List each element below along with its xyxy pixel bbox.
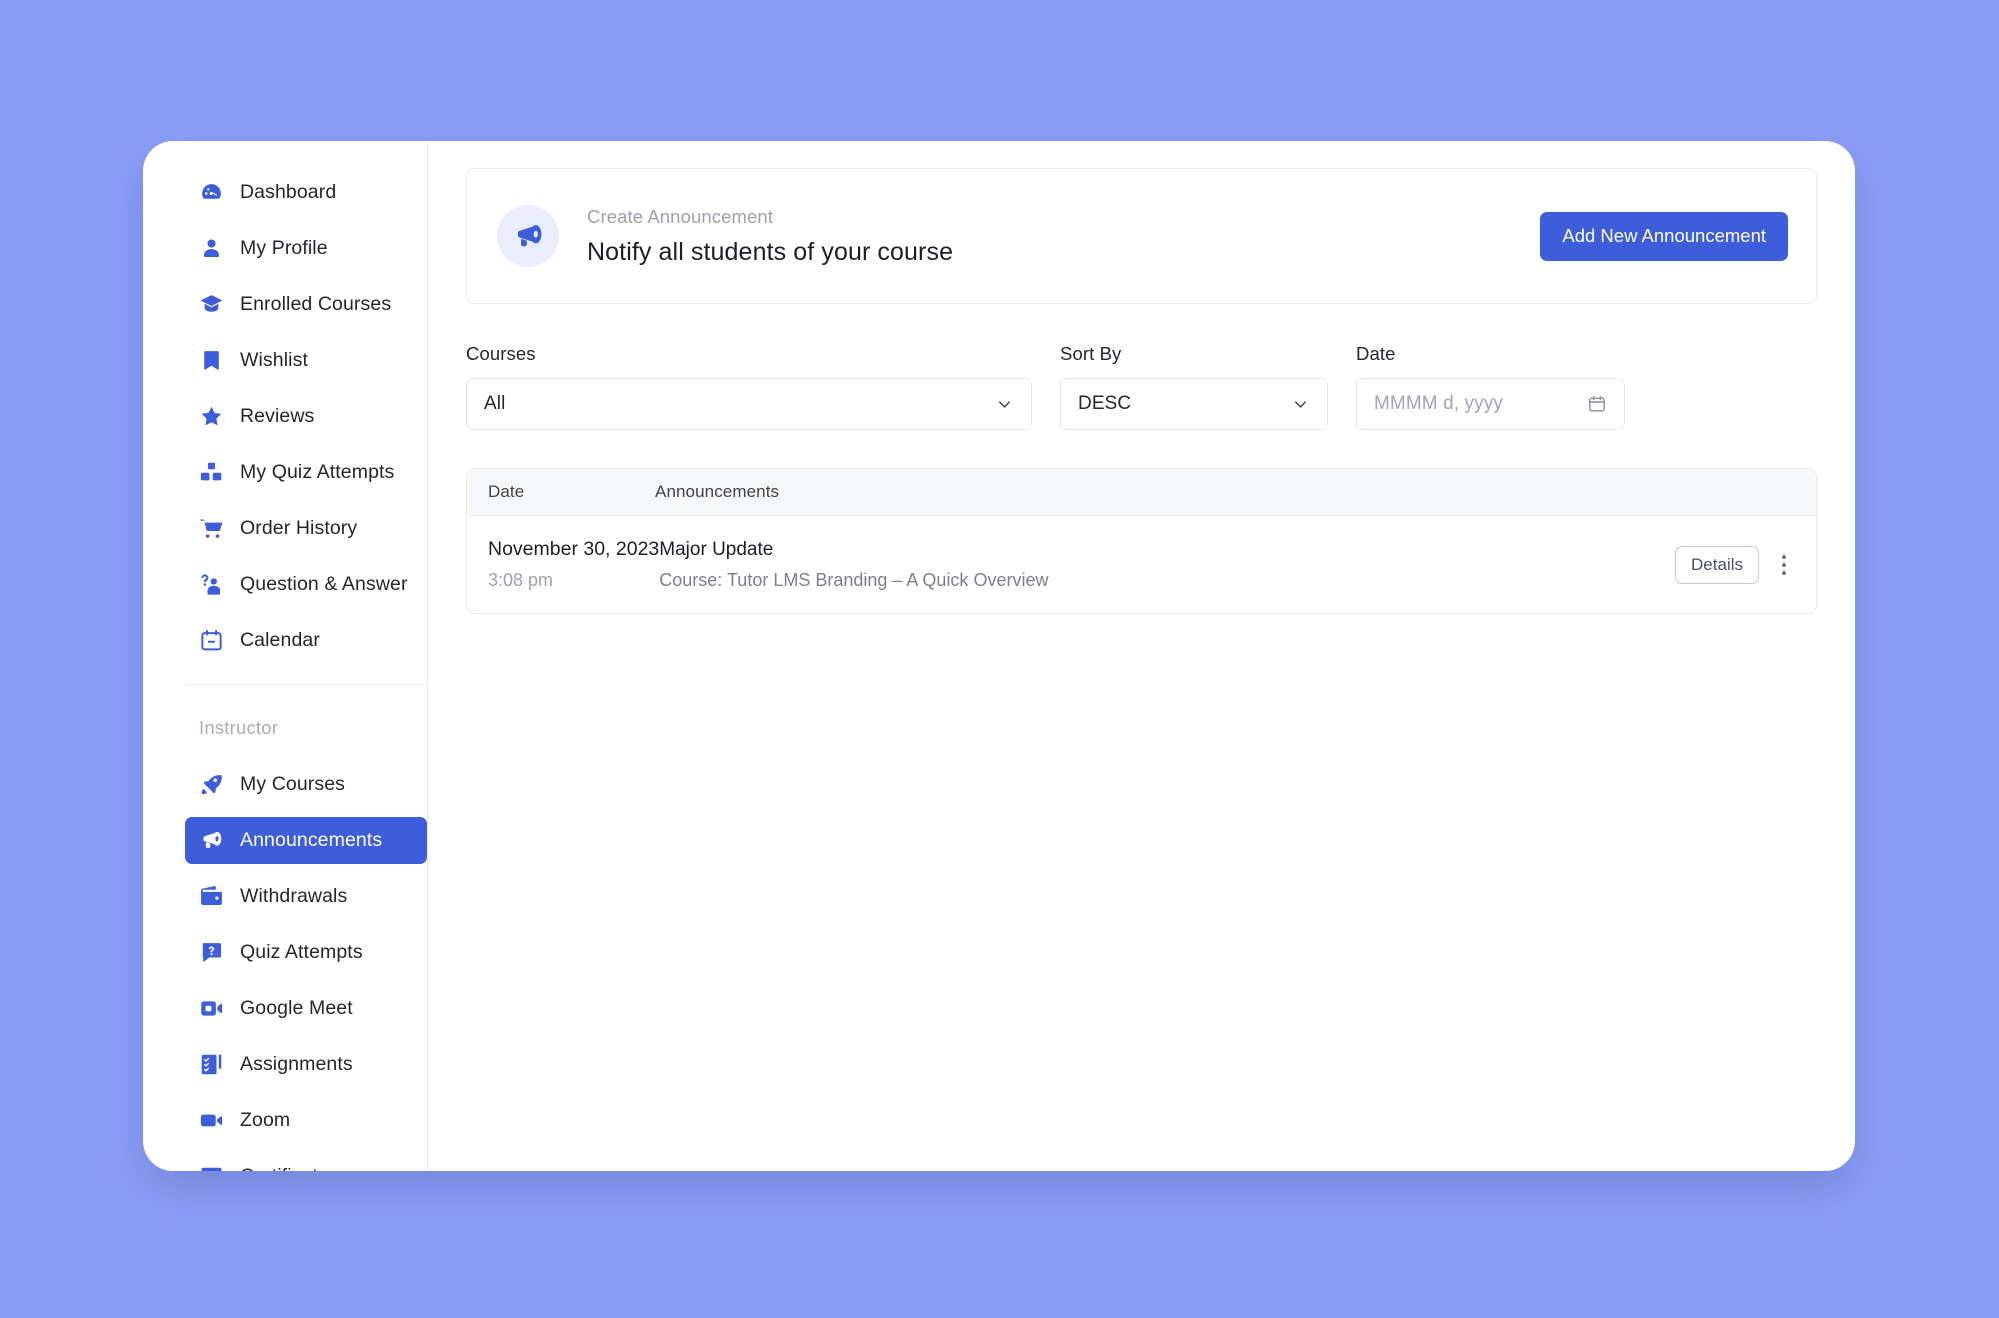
- megaphone-icon: [497, 205, 559, 267]
- star-icon: [199, 404, 224, 429]
- courses-label: Courses: [466, 343, 536, 364]
- sidebar-item-dashboard[interactable]: Dashboard: [185, 169, 427, 216]
- cart-icon: [199, 516, 224, 541]
- table-header-row: Date Announcements: [467, 469, 1816, 516]
- sidebar-item-label: My Quiz Attempts: [240, 461, 395, 483]
- sort-by-filter: Sort By DESC: [1060, 343, 1328, 430]
- video-icon: [199, 1108, 224, 1133]
- chevron-down-icon: [1291, 395, 1310, 414]
- table-header-announcements: Announcements: [655, 482, 780, 501]
- date-filter: Date MMMM d, yyyy: [1356, 343, 1625, 430]
- banner-title: Notify all students of your course: [587, 237, 954, 266]
- banner-kicker: Create Announcement: [587, 205, 773, 227]
- dashboard-icon: [199, 180, 224, 205]
- sidebar-divider: [185, 684, 427, 685]
- sidebar-item-label: My Courses: [240, 773, 346, 795]
- courses-select-value: All: [484, 393, 506, 414]
- sort-by-select[interactable]: DESC: [1060, 378, 1328, 430]
- create-announcement-banner: Create Announcement Notify all students …: [466, 168, 1817, 304]
- row-time: 3:08 pm: [488, 570, 554, 590]
- row-date: November 30, 2023: [488, 538, 660, 560]
- sidebar-item-zoom[interactable]: Zoom: [185, 1097, 427, 1144]
- sidebar-item-calendar[interactable]: Calendar: [185, 617, 427, 664]
- megaphone-icon: [199, 828, 224, 853]
- sidebar-item-label: Enrolled Courses: [240, 293, 392, 315]
- sidebar-item-certificate[interactable]: Certificate: [185, 1153, 427, 1171]
- sidebar-instructor-group: My Courses Announcements Withdrawals Qui…: [143, 761, 427, 1171]
- video-camera-icon: [199, 996, 224, 1021]
- sidebar-item-reviews[interactable]: Reviews: [185, 393, 427, 440]
- sidebar-item-label: Withdrawals: [240, 885, 348, 907]
- sidebar-item-label: Quiz Attempts: [240, 941, 363, 963]
- blocks-icon: [199, 460, 224, 485]
- bookmark-icon: [199, 348, 224, 373]
- user-icon: [199, 236, 224, 261]
- assignment-icon: [199, 1052, 224, 1077]
- sidebar-item-wishlist[interactable]: Wishlist: [185, 337, 427, 384]
- quiz-icon: [199, 940, 224, 965]
- sidebar-item-label: Order History: [240, 517, 358, 539]
- table-cell-announcement: Major Update Course: Tutor LMS Branding …: [659, 539, 1666, 591]
- sidebar-item-google-meet[interactable]: Google Meet: [185, 985, 427, 1032]
- sidebar-group-title: Instructor: [199, 717, 279, 738]
- table-cell-actions: Details: [1666, 545, 1816, 584]
- sidebar-item-order-history[interactable]: Order History: [185, 505, 427, 552]
- sidebar-item-label: Google Meet: [240, 997, 353, 1019]
- table-header-date: Date: [488, 482, 525, 501]
- table-cell-date: November 30, 2023 3:08 pm: [467, 538, 659, 591]
- row-subtitle: Course: Tutor LMS Branding – A Quick Ove…: [659, 569, 1049, 590]
- sidebar-item-withdrawals[interactable]: Withdrawals: [185, 873, 427, 920]
- sidebar-primary-group: Dashboard My Profile Enrolled Courses Wi…: [143, 169, 427, 664]
- sidebar-item-label: Zoom: [240, 1109, 291, 1131]
- sidebar-item-label: Calendar: [240, 629, 320, 651]
- announcements-table: Date Announcements November 30, 2023 3:0…: [466, 468, 1817, 614]
- sidebar-item-label: Question & Answer: [240, 573, 408, 595]
- sidebar-item-label: Assignments: [240, 1053, 353, 1075]
- date-label: Date: [1356, 343, 1396, 364]
- courses-filter: Courses All: [466, 343, 1032, 430]
- sidebar-item-announcements[interactable]: Announcements: [185, 817, 427, 864]
- row-title: Major Update: [659, 538, 774, 560]
- sidebar-item-my-courses[interactable]: My Courses: [185, 761, 427, 808]
- sort-by-select-value: DESC: [1078, 393, 1132, 414]
- sidebar: Dashboard My Profile Enrolled Courses Wi…: [143, 141, 428, 1171]
- sidebar-item-label: My Profile: [240, 237, 328, 259]
- banner-text: Create Announcement Notify all students …: [587, 206, 1512, 267]
- sidebar-item-my-profile[interactable]: My Profile: [185, 225, 427, 272]
- filter-bar: Courses All Sort By DESC Date MMMM d, yy…: [466, 343, 1817, 430]
- sidebar-item-label: Certificate: [240, 1165, 329, 1171]
- main-content: Create Announcement Notify all students …: [428, 141, 1855, 1171]
- sidebar-item-label: Dashboard: [240, 181, 337, 203]
- add-new-announcement-button[interactable]: Add New Announcement: [1540, 211, 1788, 261]
- chevron-down-icon: [995, 395, 1014, 414]
- calendar-icon: [199, 628, 224, 653]
- calendar-icon[interactable]: [1587, 394, 1607, 414]
- wallet-icon: [199, 884, 224, 909]
- sidebar-item-my-quiz-attempts[interactable]: My Quiz Attempts: [185, 449, 427, 496]
- sidebar-item-label: Wishlist: [240, 349, 308, 371]
- date-input[interactable]: MMMM d, yyyy: [1356, 378, 1625, 430]
- sidebar-item-assignments[interactable]: Assignments: [185, 1041, 427, 1088]
- rocket-icon: [199, 772, 224, 797]
- graduation-cap-icon: [199, 292, 224, 317]
- app-window: Dashboard My Profile Enrolled Courses Wi…: [143, 141, 1855, 1171]
- sidebar-item-quiz-attempts[interactable]: Quiz Attempts: [185, 929, 427, 976]
- details-button[interactable]: Details: [1675, 545, 1759, 584]
- sidebar-item-question-answer[interactable]: Question & Answer: [185, 561, 427, 608]
- more-options-icon[interactable]: [1773, 548, 1795, 582]
- question-answer-icon: [199, 572, 224, 597]
- sidebar-item-enrolled-courses[interactable]: Enrolled Courses: [185, 281, 427, 328]
- courses-select[interactable]: All: [466, 378, 1032, 430]
- table-row: November 30, 2023 3:08 pm Major Update C…: [467, 516, 1816, 613]
- certificate-icon: [199, 1164, 224, 1171]
- sidebar-item-label: Announcements: [240, 829, 383, 851]
- date-input-placeholder: MMMM d, yyyy: [1374, 393, 1503, 414]
- sidebar-item-label: Reviews: [240, 405, 315, 427]
- sort-by-label: Sort By: [1060, 343, 1122, 364]
